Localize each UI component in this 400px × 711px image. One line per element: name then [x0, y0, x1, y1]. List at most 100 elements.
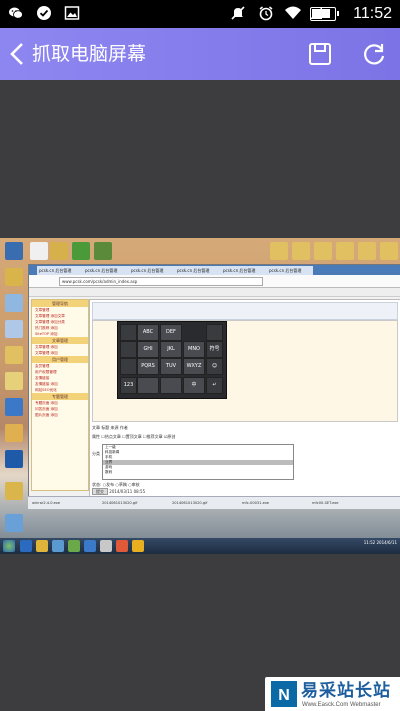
download-item[interactable]: winrar2.4.0.exe	[32, 499, 60, 507]
browser-tab[interactable]: pcsk.cn 后台管理	[267, 266, 313, 275]
taskbar-item[interactable]	[84, 540, 96, 552]
desktop-icon	[5, 372, 23, 390]
browser-tab[interactable]: pcsk.cn 后台管理	[83, 266, 129, 275]
desktop-icon	[314, 242, 332, 260]
form-row: 分类	[92, 451, 100, 456]
sidebar-head: 专题管理	[32, 393, 88, 400]
taskbar-item[interactable]	[132, 540, 144, 552]
desktop-icon	[5, 294, 23, 312]
desktop-icon	[380, 242, 398, 260]
ime-key[interactable]: GHI	[137, 341, 159, 358]
ime-key[interactable]	[120, 358, 137, 375]
rich-text-editor[interactable]: ABC DEF GHI JKL MNO 符号 PQRS TUV WXYZ ☺ 1…	[92, 320, 398, 422]
download-item[interactable]: mfc-00031.exe	[242, 499, 269, 507]
desktop-icon	[5, 482, 23, 500]
ime-key[interactable]	[120, 341, 137, 358]
submit-button[interactable]: 提交	[92, 488, 108, 495]
desktop-icon	[5, 424, 23, 442]
download-item[interactable]: 2014061013020.gif	[102, 499, 137, 507]
ime-key[interactable]	[120, 324, 137, 341]
browser-window[interactable]: pcsk.cn 后台管理 pcsk.cn 后台管理 pcsk.cn 后台管理 p…	[28, 264, 400, 498]
desktop-icon	[5, 450, 23, 468]
status-options[interactable]: ○发布 ○草稿 ○审核	[103, 482, 140, 487]
desktop-icon	[336, 242, 354, 260]
desktop-icon	[72, 242, 90, 260]
browser-tab[interactable]: pcsk.cn 后台管理	[221, 266, 267, 275]
taskbar-item[interactable]	[20, 540, 32, 552]
app-bar: 抓取电脑屏幕	[0, 28, 400, 80]
download-item[interactable]: 2014061013020.gif	[172, 499, 207, 507]
desktop-icon	[94, 242, 112, 260]
windows-taskbar: 11:52 2014/6/11	[0, 538, 400, 554]
taskbar-item[interactable]	[116, 540, 128, 552]
ime-key[interactable]: ☺	[206, 358, 223, 375]
form-row: 提交 2014/03/11 08:55	[92, 488, 145, 496]
ime-key[interactable]: TUV	[160, 358, 182, 375]
taskbar-item[interactable]	[52, 540, 64, 552]
back-arrow-icon[interactable]	[6, 40, 30, 68]
site-watermark: N 易采站长站 Www.Easck.Com Webmaster	[265, 677, 400, 711]
browser-tab[interactable]: pcsk.cn 后台管理	[37, 266, 83, 275]
ime-key[interactable]: MNO	[183, 341, 205, 358]
battery-icon	[310, 7, 339, 21]
status-bar: 11:52	[0, 0, 400, 28]
form-date: 2014/03/11 08:55	[109, 489, 146, 494]
address-bar: www.pcsk.com/pcsk/admin_index.asp	[29, 275, 400, 288]
wechat-icon	[8, 5, 24, 21]
ime-key[interactable]: 123	[120, 377, 137, 394]
url-input[interactable]: www.pcsk.com/pcsk/admin_index.asp	[59, 277, 263, 286]
status-time: 11:52	[353, 5, 392, 22]
taskbar-item[interactable]	[36, 540, 48, 552]
ime-key[interactable]: 符号	[206, 341, 223, 358]
ime-key[interactable]: PQRS	[137, 358, 159, 375]
captured-screenshot[interactable]: pcsk.cn 后台管理 pcsk.cn 后台管理 pcsk.cn 后台管理 p…	[0, 238, 400, 554]
form-row: 属性 ☐热点文章 ☐置顶文章 ☐推荐文章 ☑原创	[92, 434, 176, 439]
browser-tab[interactable]: pcsk.cn 后台管理	[175, 266, 221, 275]
ime-key[interactable]: ABC	[137, 324, 159, 341]
desktop-icon	[5, 268, 23, 286]
sidebar-item[interactable]: 图片页面 添加	[32, 412, 88, 418]
browser-tab[interactable]: pcsk.cn 后台管理	[129, 266, 175, 275]
category-listbox[interactable]: 上一级 科技新闻 手机 业界 游戏 数码	[102, 444, 294, 480]
desktop-icon	[50, 242, 68, 260]
ime-key[interactable]	[137, 377, 159, 394]
taskbar-clock: 11:52 2014/6/11	[363, 540, 397, 545]
desktop-icon	[358, 242, 376, 260]
ime-key[interactable]: ↵	[206, 377, 223, 394]
desktop-icon	[5, 346, 23, 364]
ime-key[interactable]: DEF	[160, 324, 182, 341]
sidebar-head: 管理导航	[32, 300, 88, 307]
refresh-icon[interactable]	[360, 40, 388, 68]
ime-key[interactable]: WXYZ	[183, 358, 205, 375]
start-button[interactable]	[3, 540, 15, 552]
desktop-icon	[292, 242, 310, 260]
desktop-icon	[5, 514, 23, 532]
ime-keyboard: ABC DEF GHI JKL MNO 符号 PQRS TUV WXYZ ☺ 1…	[117, 321, 227, 399]
image-icon	[64, 5, 80, 21]
ime-key[interactable]	[206, 324, 223, 341]
editor-panel: ABC DEF GHI JKL MNO 符号 PQRS TUV WXYZ ☺ 1…	[89, 299, 400, 497]
ime-key[interactable]: JKL	[160, 341, 182, 358]
ime-key[interactable]	[160, 377, 182, 394]
editor-toolbar	[92, 302, 398, 320]
status-label: 状态:	[92, 482, 102, 487]
form-row: 文章 标题 来源 作者	[92, 425, 128, 430]
ime-key[interactable]: 中	[183, 377, 205, 394]
download-bar: winrar2.4.0.exe 2014061013020.gif 201406…	[28, 496, 400, 509]
taskbar-item[interactable]	[100, 540, 112, 552]
desktop-icon	[270, 242, 288, 260]
desktop-icon	[5, 320, 23, 338]
download-item[interactable]: mfc00-SET.exe	[312, 499, 338, 507]
watermark-logo: N	[271, 681, 297, 707]
page-title: 抓取电脑屏幕	[32, 43, 147, 65]
check-circle-icon	[36, 5, 52, 21]
mute-icon	[230, 5, 246, 21]
browser-tab-strip: pcsk.cn 后台管理 pcsk.cn 后台管理 pcsk.cn 后台管理 p…	[29, 265, 400, 275]
list-item[interactable]: 数码	[103, 470, 293, 475]
battery-level	[312, 9, 330, 18]
watermark-subtitle: Www.Easck.Com Webmaster	[302, 702, 381, 708]
save-icon[interactable]	[306, 40, 334, 68]
admin-sidebar: 管理导航 文章管理 文章管理 添加文章 文章管理 添加分类 热门推荐 添加 Si…	[31, 299, 89, 491]
watermark-title: 易采站长站	[301, 681, 391, 701]
taskbar-item[interactable]	[68, 540, 80, 552]
